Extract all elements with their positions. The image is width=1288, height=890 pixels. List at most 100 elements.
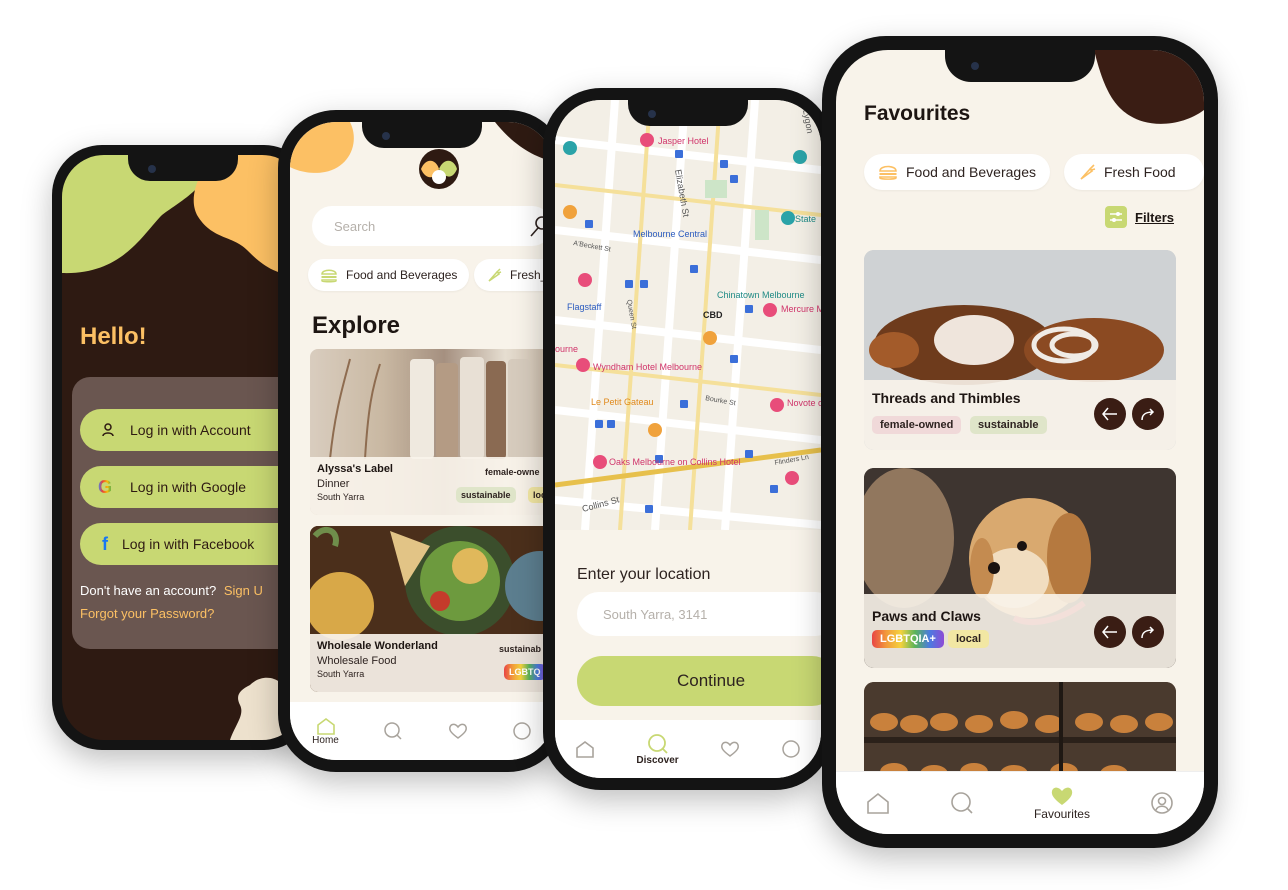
chip-fresh[interactable]: Fresh_ xyxy=(474,259,554,291)
discover-notch xyxy=(628,100,748,126)
explore-card-wholesale-wonderland[interactable]: Wholesale Wonderland Wholesale Food Sout… xyxy=(310,526,554,692)
card-category: Dinner xyxy=(317,478,350,490)
nav-home[interactable] xyxy=(866,792,890,814)
heart-icon xyxy=(1051,787,1073,805)
map-label-ourne: ourne xyxy=(555,344,578,354)
nav-favourites[interactable] xyxy=(720,740,740,758)
nav-discover[interactable]: Discover xyxy=(636,733,679,766)
card-name: Wholesale Wonderland xyxy=(317,640,438,652)
back-button[interactable] xyxy=(1094,616,1126,648)
card-name: Threads and Thimbles xyxy=(872,390,1021,406)
filters-button[interactable]: Filters xyxy=(1105,206,1174,228)
chip-fresh-food[interactable]: Fresh Food xyxy=(1064,154,1204,190)
carrot-icon xyxy=(488,268,502,282)
card-name: Alyssa's Label xyxy=(317,463,393,475)
nav-home[interactable]: Home xyxy=(312,717,339,746)
map-label-oaks: Oaks Melbourne on Collins Hotel xyxy=(609,457,741,467)
location-placeholder: South Yarra, 3141 xyxy=(603,607,708,622)
back-button[interactable] xyxy=(1094,398,1126,430)
favourite-card-paws-claws[interactable]: Paws and Claws LGBTQIA+ local xyxy=(864,468,1176,668)
map-label-wyndham: Wyndham Hotel Melbourne xyxy=(593,362,702,372)
share-arrow-icon xyxy=(1141,626,1155,639)
location-input[interactable]: South Yarra, 3141 xyxy=(577,592,821,636)
nav-profile[interactable] xyxy=(512,721,532,741)
nav-favourites[interactable] xyxy=(448,722,468,740)
location-label: Enter your location xyxy=(577,566,711,583)
discover-icon xyxy=(951,792,973,814)
discover-nav-bar: Discover xyxy=(555,720,821,778)
login-google-label: Log in with Google xyxy=(130,479,246,495)
nav-discover[interactable] xyxy=(950,791,974,815)
login-account-label: Log in with Account xyxy=(130,422,251,438)
profile-icon xyxy=(1151,792,1173,814)
no-account-text: Don't have an account? xyxy=(80,583,217,598)
chip-food-beverages-label: Food and Beverages xyxy=(906,164,1036,180)
share-button[interactable] xyxy=(1132,616,1164,648)
chip-food-beverages[interactable]: Food and Beverages xyxy=(864,154,1050,190)
carrot-icon xyxy=(1080,164,1096,180)
nav-discover-label: Discover xyxy=(636,754,679,766)
tag-female-owned: female-owne xyxy=(485,467,540,477)
profile-icon xyxy=(781,740,800,758)
nav-discover[interactable] xyxy=(383,721,403,741)
login-notch xyxy=(128,155,238,181)
favourites-notch xyxy=(945,50,1095,82)
favourites-nav-bar: Favourites xyxy=(836,771,1204,834)
explore-card-alyssas-label[interactable]: Alyssa's Label Dinner South Yarra female… xyxy=(310,349,554,515)
explore-phone: Search Food and Beverages Fresh_ Explore xyxy=(278,110,566,772)
user-icon xyxy=(102,423,114,437)
explore-nav-bar: Home xyxy=(290,702,554,760)
forgot-password-link[interactable]: Forgot your Password? xyxy=(80,606,214,621)
card-location: South Yarra xyxy=(317,492,365,502)
undo-arrow-icon xyxy=(1102,407,1117,421)
share-button[interactable] xyxy=(1132,398,1164,430)
nav-profile[interactable] xyxy=(781,739,801,759)
login-facebook-label: Log in with Facebook xyxy=(122,536,255,552)
nav-favourites[interactable]: Favourites xyxy=(1034,785,1090,821)
favourite-card-threads-thimbles[interactable]: Threads and Thimbles female-owned sustai… xyxy=(864,250,1176,450)
heart-icon xyxy=(720,741,739,757)
login-screen: Hello! Log in with Account G Log in with… xyxy=(62,155,304,740)
discover-screen: Jasper Hotel Elizabeth St Melbourne Cent… xyxy=(555,100,821,778)
map-label-state: State xyxy=(795,214,816,224)
map-label-melbourne-central: Melbourne Central xyxy=(633,229,707,239)
nav-home[interactable] xyxy=(575,740,595,758)
heart-icon xyxy=(448,723,467,739)
google-icon: G xyxy=(98,476,113,497)
map-view[interactable]: Jasper Hotel Elizabeth St Melbourne Cent… xyxy=(555,100,821,530)
home-icon xyxy=(576,741,595,758)
undo-arrow-icon xyxy=(1102,625,1117,639)
explore-title: Explore xyxy=(312,312,401,339)
favourites-phone: Favourites Food and Beverages Fresh Food… xyxy=(822,36,1218,848)
login-account-button[interactable]: Log in with Account xyxy=(80,409,304,451)
explore-card-overlay: Alyssa's Label Dinner South Yarra female… xyxy=(310,457,554,515)
card-name: Paws and Claws xyxy=(872,608,981,624)
filters-label: Filters xyxy=(1135,209,1175,225)
filter-icon xyxy=(1105,206,1127,228)
signup-line: Don't have an account? Sign U xyxy=(80,583,263,598)
login-google-button[interactable]: G Log in with Google xyxy=(80,466,304,508)
tag-local: local xyxy=(948,630,990,648)
chip-fresh-food-label: Fresh Food xyxy=(1104,164,1176,180)
tag-sustainable: sustainable xyxy=(970,416,1047,434)
home-icon xyxy=(867,792,889,814)
explore-search-input[interactable]: Search xyxy=(312,206,552,246)
sign-up-link[interactable]: Sign U xyxy=(224,583,263,598)
search-placeholder: Search xyxy=(334,219,376,234)
login-greeting: Hello! xyxy=(80,323,147,350)
chip-food-beverages[interactable]: Food and Beverages xyxy=(308,259,470,291)
login-phone: Hello! Log in with Account G Log in with… xyxy=(52,145,314,750)
login-facebook-button[interactable]: f Log in with Facebook xyxy=(80,523,304,565)
card-category: Wholesale Food xyxy=(317,655,397,667)
discover-phone: Jasper Hotel Elizabeth St Melbourne Cent… xyxy=(543,88,833,790)
map-label-chinatown: Chinatown Melbourne xyxy=(717,290,805,300)
map-label-mercure: Mercure Melbour xyxy=(781,304,821,314)
favourite-card-overlay: Paws and Claws LGBTQIA+ local xyxy=(864,594,1176,668)
favourites-title: Favourites xyxy=(864,102,971,125)
share-arrow-icon xyxy=(1141,408,1155,421)
favourites-screen: Favourites Food and Beverages Fresh Food… xyxy=(836,50,1204,834)
continue-button[interactable]: Continue xyxy=(577,656,821,706)
favourite-card-overlay: Threads and Thimbles female-owned sustai… xyxy=(864,380,1176,450)
tag-lgbtq: LGBTQ xyxy=(504,664,546,680)
nav-profile[interactable] xyxy=(1150,791,1174,815)
